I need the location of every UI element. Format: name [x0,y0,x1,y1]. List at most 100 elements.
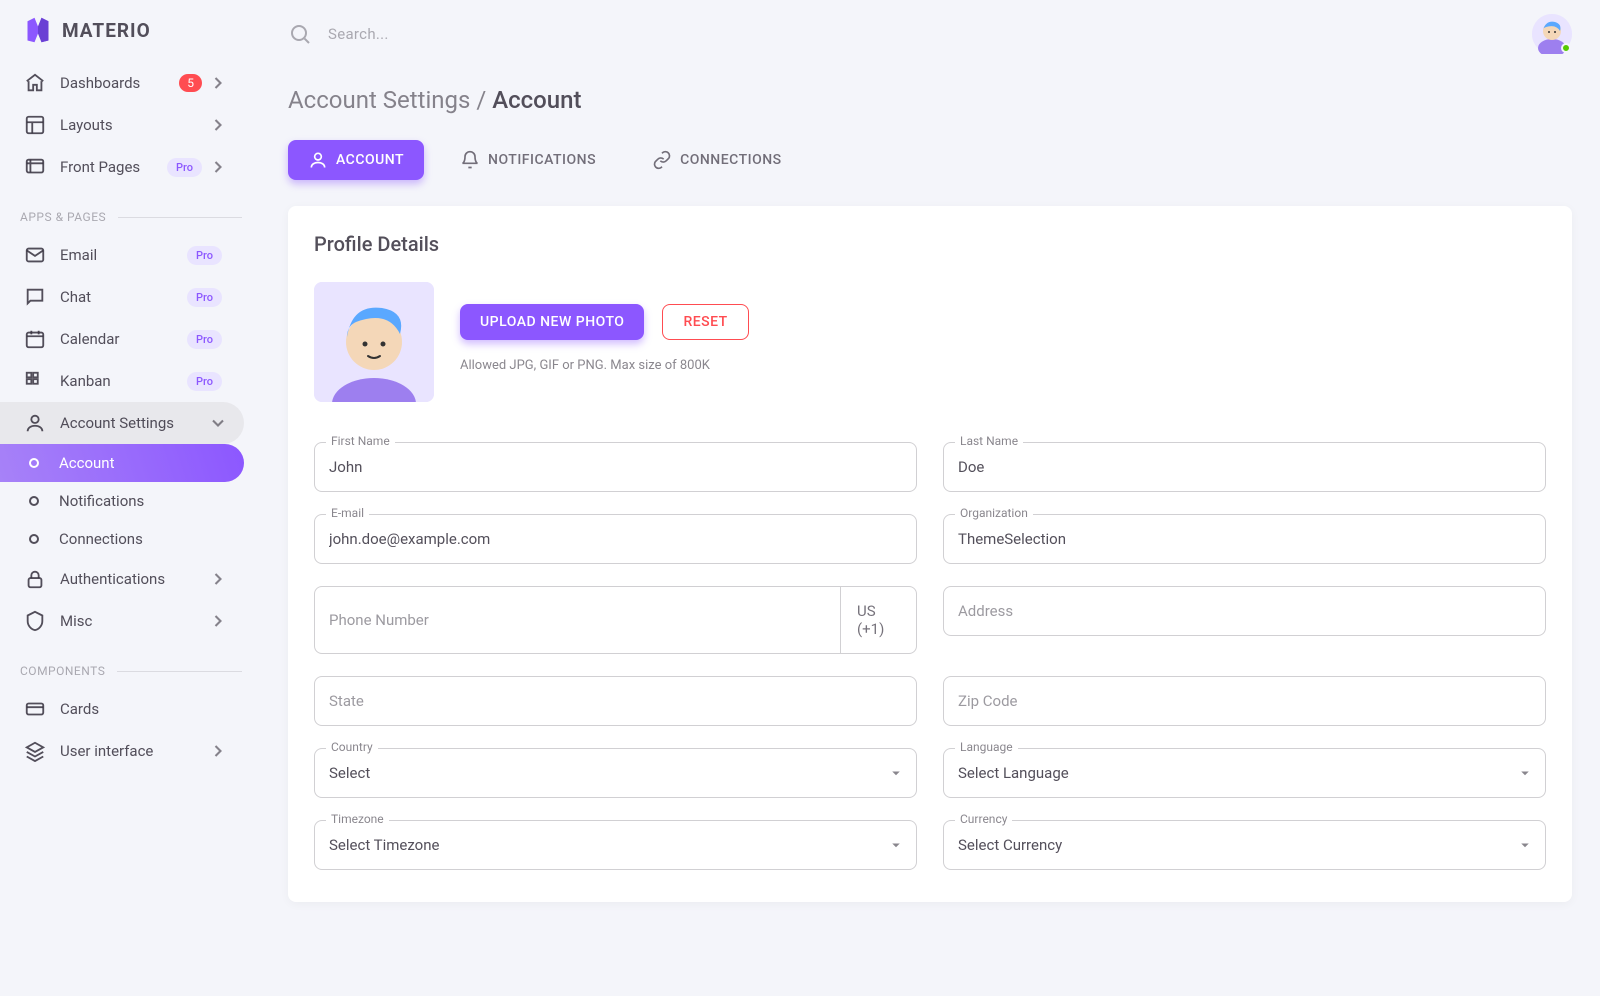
bullet-icon [29,458,39,468]
account-icon [24,412,46,434]
reset-button[interactable]: RESET [662,304,748,340]
nav-label: Authentications [60,570,208,588]
user-avatar[interactable] [1532,14,1572,54]
nav-item-dashboards[interactable]: Dashboards5 [0,62,244,104]
mail-icon [24,244,46,266]
nav-item-cards[interactable]: Cards [0,688,244,730]
online-indicator [1561,43,1571,53]
sidebar: MATERIO Dashboards5LayoutsFront PagesPro… [0,0,260,996]
home-icon [24,72,46,94]
tab-account[interactable]: ACCOUNT [288,140,424,180]
main-area: Account Settings / Account ACCOUNT NOTIFI… [260,0,1600,996]
ui-icon [24,740,46,762]
chevron-right-icon [208,157,228,177]
nav-label: Calendar [60,330,187,348]
logo[interactable]: MATERIO [0,16,260,62]
nav-item-front-pages[interactable]: Front PagesPro [0,146,244,188]
nav-item-connections[interactable]: Connections [0,520,244,558]
nav-label: User interface [60,742,208,760]
nav-label: Cards [60,700,228,718]
country-select[interactable] [314,748,917,798]
user-icon [308,150,328,170]
badge-pro: Pro [187,246,222,265]
zip-field [943,676,1546,726]
timezone-field: Timezone [314,820,917,870]
address-field [943,586,1546,654]
phone-field: US (+1) [314,586,917,654]
bell-icon [460,150,480,170]
brand-name: MATERIO [62,19,151,42]
tab-connections[interactable]: CONNECTIONS [632,140,802,180]
nav-item-user-interface[interactable]: User interface [0,730,244,772]
organization-input[interactable] [943,514,1546,564]
tabs: ACCOUNT NOTIFICATIONS CONNECTIONS [288,140,1572,180]
chevron-right-icon [208,73,228,93]
country-field: Country [314,748,917,798]
nav-label: Email [60,246,187,264]
currency-field: Currency [943,820,1546,870]
profile-photo [314,282,434,402]
language-select[interactable] [943,748,1546,798]
calendar-icon [24,328,46,350]
profile-card: Profile Details UPLOAD NEW PHOTO RESET A… [288,206,1572,902]
nav-item-calendar[interactable]: CalendarPro [0,318,244,360]
timezone-select[interactable] [314,820,917,870]
search-icon [288,22,312,46]
tab-notifications[interactable]: NOTIFICATIONS [440,140,616,180]
chevron-right-icon [208,569,228,589]
search[interactable] [288,22,1532,46]
badge-pro: Pro [167,158,202,177]
upload-photo-button[interactable]: UPLOAD NEW PHOTO [460,304,644,340]
email-input[interactable] [314,514,917,564]
first-name-field: First Name [314,442,917,492]
chevron-down-icon [208,413,228,433]
search-input[interactable] [328,25,628,43]
last-name-field: Last Name [943,442,1546,492]
nav-item-layouts[interactable]: Layouts [0,104,244,146]
badge-count: 5 [179,74,202,92]
logo-icon [24,16,52,44]
nav-item-chat[interactable]: ChatPro [0,276,244,318]
phone-addon: US (+1) [840,586,917,654]
nav-label: Account [59,454,228,472]
nav-item-notifications[interactable]: Notifications [0,482,244,520]
state-input[interactable] [314,676,917,726]
nav-label: Account Settings [60,414,208,432]
bullet-icon [29,496,39,506]
kanban-icon [24,370,46,392]
currency-select[interactable] [943,820,1546,870]
email-field: E-mail [314,514,917,564]
nav-section-header: COMPONENTS [20,664,242,678]
card-title: Profile Details [314,232,1546,256]
nav-item-account-settings[interactable]: Account Settings [0,402,244,444]
address-input[interactable] [943,586,1546,636]
breadcrumb: Account Settings / Account [288,86,1572,114]
content: Account Settings / Account ACCOUNT NOTIFI… [260,68,1600,996]
badge-pro: Pro [187,372,222,391]
cards-icon [24,698,46,720]
breadcrumb-root[interactable]: Account Settings [288,86,470,114]
lock-icon [24,568,46,590]
frontpages-icon [24,156,46,178]
nav-item-account[interactable]: Account [0,444,244,482]
zip-input[interactable] [943,676,1546,726]
phone-input[interactable] [314,586,840,654]
upload-hint: Allowed JPG, GIF or PNG. Max size of 800… [460,358,749,373]
nav-item-authentications[interactable]: Authentications [0,558,244,600]
nav-section-header: APPS & PAGES [20,210,242,224]
nav-label: Dashboards [60,74,179,92]
layouts-icon [24,114,46,136]
chevron-right-icon [208,115,228,135]
bullet-icon [29,534,39,544]
organization-field: Organization [943,514,1546,564]
chevron-right-icon [208,611,228,631]
language-field: Language [943,748,1546,798]
nav-item-email[interactable]: EmailPro [0,234,244,276]
nav-label: Kanban [60,372,187,390]
last-name-input[interactable] [943,442,1546,492]
chat-icon [24,286,46,308]
nav-item-misc[interactable]: Misc [0,600,244,642]
misc-icon [24,610,46,632]
first-name-input[interactable] [314,442,917,492]
nav-item-kanban[interactable]: KanbanPro [0,360,244,402]
